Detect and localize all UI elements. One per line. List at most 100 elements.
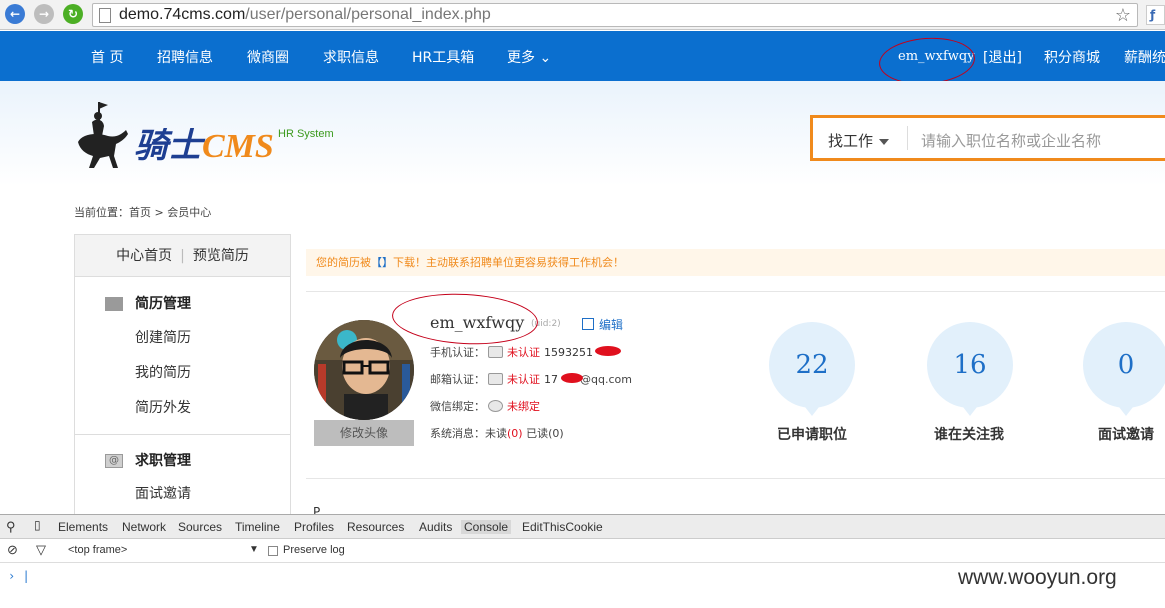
knight-logo-icon — [78, 102, 128, 168]
stat-interviews[interactable]: 0 — [1083, 322, 1165, 416]
msg-unread-label[interactable]: 未读 — [485, 427, 507, 440]
wechat-status[interactable]: 未绑定 — [507, 400, 540, 413]
change-avatar-button[interactable]: 修改头像 — [314, 420, 414, 446]
email-suffix: @qq.com — [580, 373, 632, 386]
clear-console-icon[interactable]: ⊘ — [7, 542, 18, 558]
sidebar-item-interview-invites[interactable]: 面试邀请 — [135, 483, 191, 503]
msg-unread-count: (0) — [507, 427, 523, 440]
address-bar[interactable]: demo.74cms.com/user/personal/personal_in… — [92, 3, 1138, 27]
nav-jobs[interactable]: 招聘信息 — [157, 47, 213, 67]
caret-down-icon — [879, 138, 890, 145]
logout-link[interactable]: [退出] — [983, 47, 1022, 67]
system-messages-row: 系统消息：未读(0) 已读(0) — [430, 425, 564, 441]
nav-more[interactable]: 更多 ⌄ — [507, 47, 551, 67]
section-job-management: @ 求职管理 — [105, 450, 191, 470]
brand-en: CMS — [202, 128, 274, 165]
back-icon[interactable]: ← — [5, 4, 25, 24]
brand-tagline: HR System — [278, 128, 334, 140]
tab-elements[interactable]: Elements — [58, 520, 108, 534]
phone-verify-row: 手机认证： 未认证 1593251 — [430, 344, 593, 360]
tab-sources[interactable]: Sources — [178, 520, 222, 534]
top-navigation: 首 页 招聘信息 微商圈 求职信息 HR工具箱 更多 ⌄ em_wxfwqy [… — [0, 31, 1165, 81]
phone-label: 手机认证： — [430, 346, 485, 359]
notice-pre: 您的简历被 — [316, 256, 371, 269]
phone-status[interactable]: 未认证 — [507, 346, 540, 359]
nav-resumes[interactable]: 求职信息 — [323, 47, 379, 67]
redaction-mark — [595, 346, 621, 356]
stat-applied-jobs[interactable]: 22 — [769, 322, 855, 416]
sidebar-separator: | — [180, 248, 185, 264]
url-domain: demo.74cms.com — [119, 6, 246, 23]
search-type-label: 找工作 — [828, 132, 874, 150]
sidebar-item-create-resume[interactable]: 创建简历 — [135, 327, 191, 347]
email-verify-row: 邮箱认证： 未认证 17 @qq.com — [430, 371, 632, 387]
phone-icon — [488, 346, 503, 358]
tab-resources[interactable]: Resources — [347, 520, 404, 534]
email-label: 邮箱认证： — [430, 373, 485, 386]
frame-select[interactable]: <top frame> — [68, 544, 127, 556]
forward-icon[interactable]: → — [34, 4, 54, 24]
sidebar-preview-link[interactable]: 预览简历 — [193, 248, 249, 264]
msg-label: 系统消息： — [430, 427, 485, 440]
frame-dropdown-icon[interactable]: ▼ — [249, 544, 259, 555]
sidebar-header: 中心首页 | 预览简历 — [75, 235, 290, 277]
msg-read-label[interactable]: 已读 — [526, 427, 548, 440]
extension-icon[interactable]: ƒ — [1146, 5, 1165, 25]
sidebar-item-my-resume[interactable]: 我的简历 — [135, 362, 191, 382]
sidebar-divider — [75, 434, 290, 435]
inspect-search-icon[interactable]: ⚲ — [6, 519, 16, 535]
device-mode-icon[interactable]: ▯ — [34, 518, 41, 532]
url-path: /user/personal/personal_index.php — [245, 6, 491, 23]
folder-icon — [105, 297, 123, 311]
resume-notice-banner: 您的简历被【】下载！主动联系招聘单位更容易获得工作机会！ — [306, 249, 1165, 276]
section-title: 简历管理 — [135, 296, 191, 312]
stat-applied-jobs-label: 已申请职位 — [777, 427, 847, 443]
preserve-log-label: Preserve log — [283, 544, 345, 556]
breadcrumb: 当前位置：首页 > 会员中心 — [74, 206, 212, 219]
nav-hr-tools[interactable]: HR工具箱 — [412, 47, 474, 67]
tab-audits[interactable]: Audits — [419, 520, 452, 534]
avatar — [314, 320, 414, 420]
at-sign-icon: @ — [105, 454, 123, 468]
stat-followers[interactable]: 16 — [927, 322, 1013, 416]
sidebar-home-link[interactable]: 中心首页 — [116, 248, 172, 264]
redaction-mark — [561, 373, 583, 383]
tab-profiles[interactable]: Profiles — [294, 520, 334, 534]
reload-icon[interactable]: ↻ — [63, 4, 83, 24]
browser-toolbar: ← → ↻ demo.74cms.com/user/personal/perso… — [0, 0, 1165, 30]
sidebar-item-send-resume[interactable]: 简历外发 — [135, 397, 191, 417]
tab-editthiscookie[interactable]: EditThisCookie — [522, 520, 603, 534]
tab-timeline[interactable]: Timeline — [235, 520, 280, 534]
stat-interviews-label: 面试邀请 — [1098, 427, 1154, 443]
search-type-dropdown[interactable]: 找工作 — [828, 130, 890, 151]
search-divider — [907, 126, 908, 150]
console-toolbar: ⊘ ▽ <top frame> ▼ Preserve log — [0, 539, 1165, 563]
nav-salary[interactable]: 薪酬统 — [1124, 47, 1165, 67]
section-resume-management: 简历管理 — [105, 293, 191, 313]
search-input[interactable]: 请输入职位名称或企业名称 — [921, 130, 1101, 151]
stat-followers-label: 谁在关注我 — [934, 427, 1004, 443]
edit-profile-link[interactable]: 编辑 — [582, 316, 623, 333]
devtools-tabbar: ⚲ ▯ Elements Network Sources Timeline Pr… — [0, 515, 1165, 539]
red-annotation-circle — [390, 290, 540, 348]
email-status[interactable]: 未认证 — [507, 373, 540, 386]
watermark: www.wooyun.org — [958, 566, 1117, 589]
edit-icon — [582, 318, 594, 330]
tab-console[interactable]: Console — [461, 520, 512, 534]
nav-points-mall[interactable]: 积分商城 — [1044, 47, 1100, 67]
nav-more-label: 更多 — [507, 50, 535, 66]
avatar-photo — [314, 320, 414, 420]
tab-network[interactable]: Network — [122, 520, 166, 534]
bookmark-star-icon[interactable]: ☆ — [1115, 5, 1131, 26]
preserve-log-checkbox[interactable] — [268, 546, 278, 556]
wechat-icon — [488, 400, 503, 412]
console-prompt[interactable]: › | — [8, 569, 30, 583]
prompt-chevron-icon: › — [8, 569, 16, 583]
brand-cn: 骑士 — [134, 128, 202, 165]
nav-micro-circle[interactable]: 微商圈 — [247, 47, 289, 67]
filter-icon[interactable]: ▽ — [36, 542, 46, 558]
email-prefix: 17 — [544, 373, 558, 386]
msg-read-count: (0) — [548, 427, 564, 440]
nav-home[interactable]: 首 页 — [91, 47, 123, 67]
wechat-label: 微信绑定： — [430, 400, 485, 413]
